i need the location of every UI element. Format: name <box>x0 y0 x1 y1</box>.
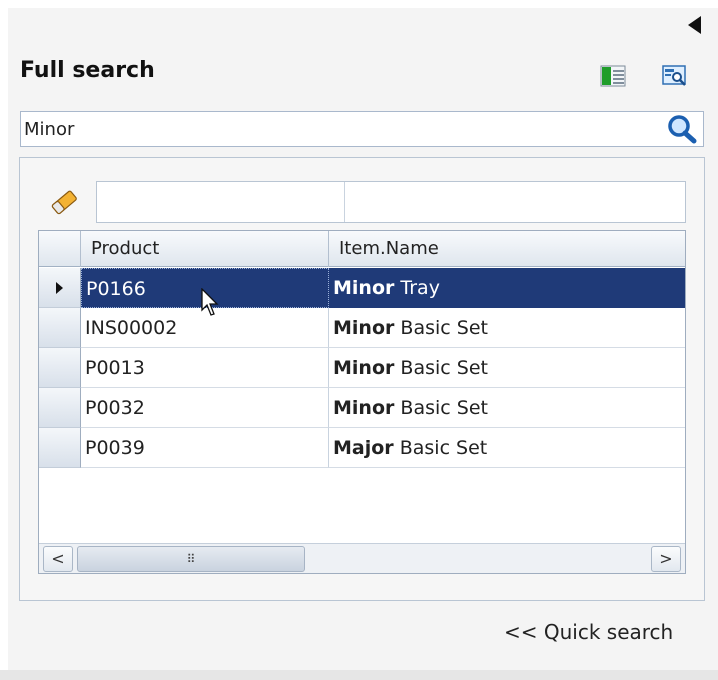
table-row[interactable]: P0032 Minor Basic Set <box>39 388 685 428</box>
current-row-arrow-icon <box>56 282 63 294</box>
table-row[interactable]: P0039 Major Basic Set <box>39 428 685 468</box>
row-selector[interactable] <box>39 388 81 428</box>
cell-product[interactable]: P0013 <box>81 348 329 388</box>
results-grid: Product Item.Name P0166 Minor Tray INS00… <box>38 230 686 574</box>
rest-text: Basic Set <box>400 397 488 419</box>
match-text: Minor <box>333 397 395 419</box>
column-header-product[interactable]: Product <box>81 231 329 267</box>
cell-item-name[interactable]: Minor Basic Set <box>329 388 685 428</box>
header-row-selector[interactable] <box>39 231 81 267</box>
scroll-right-button[interactable]: > <box>651 546 681 572</box>
rest-text: Basic Set <box>400 357 488 379</box>
grid-layout-icon[interactable] <box>600 64 626 88</box>
cell-product[interactable]: P0166 <box>81 268 329 308</box>
cell-item-name[interactable]: Major Basic Set <box>329 428 685 468</box>
search-preview-icon[interactable] <box>662 64 688 88</box>
rest-text: Basic Set <box>400 317 488 339</box>
magnifier-icon[interactable] <box>665 114 699 144</box>
match-text: Major <box>333 437 394 459</box>
row-selector[interactable] <box>39 428 81 468</box>
eraser-icon[interactable] <box>48 186 80 218</box>
cell-item-name[interactable]: Minor Basic Set <box>329 308 685 348</box>
rest-text: Tray <box>400 277 440 299</box>
grid-header: Product Item.Name <box>39 231 685 267</box>
row-selector[interactable] <box>39 308 81 348</box>
cell-item-name[interactable]: Minor Basic Set <box>329 348 685 388</box>
match-text: Minor <box>333 277 395 299</box>
table-row[interactable]: P0013 Minor Basic Set <box>39 348 685 388</box>
filter-item-name-input[interactable] <box>346 182 685 222</box>
cell-product[interactable]: P0032 <box>81 388 329 428</box>
cell-product[interactable]: P0039 <box>81 428 329 468</box>
table-row[interactable]: P0166 Minor Tray <box>39 268 685 308</box>
row-selector[interactable] <box>39 268 81 308</box>
panel-title: Full search <box>20 58 155 83</box>
match-text: Minor <box>333 317 395 339</box>
collapse-panel-icon[interactable] <box>688 16 701 34</box>
row-selector[interactable] <box>39 348 81 388</box>
filter-row <box>96 181 686 223</box>
filter-product-input[interactable] <box>97 182 345 222</box>
bottom-divider <box>0 670 718 680</box>
scroll-left-button[interactable]: < <box>43 546 73 572</box>
match-text: Minor <box>333 357 395 379</box>
cell-item-name[interactable]: Minor Tray <box>329 268 685 308</box>
rest-text: Basic Set <box>399 437 488 459</box>
search-input[interactable] <box>21 112 661 146</box>
table-row[interactable]: INS00002 Minor Basic Set <box>39 308 685 348</box>
quick-search-link[interactable]: << Quick search <box>504 620 673 644</box>
scrollbar-thumb[interactable]: ⠿ <box>77 546 305 572</box>
cell-product[interactable]: INS00002 <box>81 308 329 348</box>
search-field[interactable] <box>20 111 704 147</box>
horizontal-scrollbar[interactable]: < ⠿ > <box>39 543 685 573</box>
column-header-item-name[interactable]: Item.Name <box>329 231 685 267</box>
